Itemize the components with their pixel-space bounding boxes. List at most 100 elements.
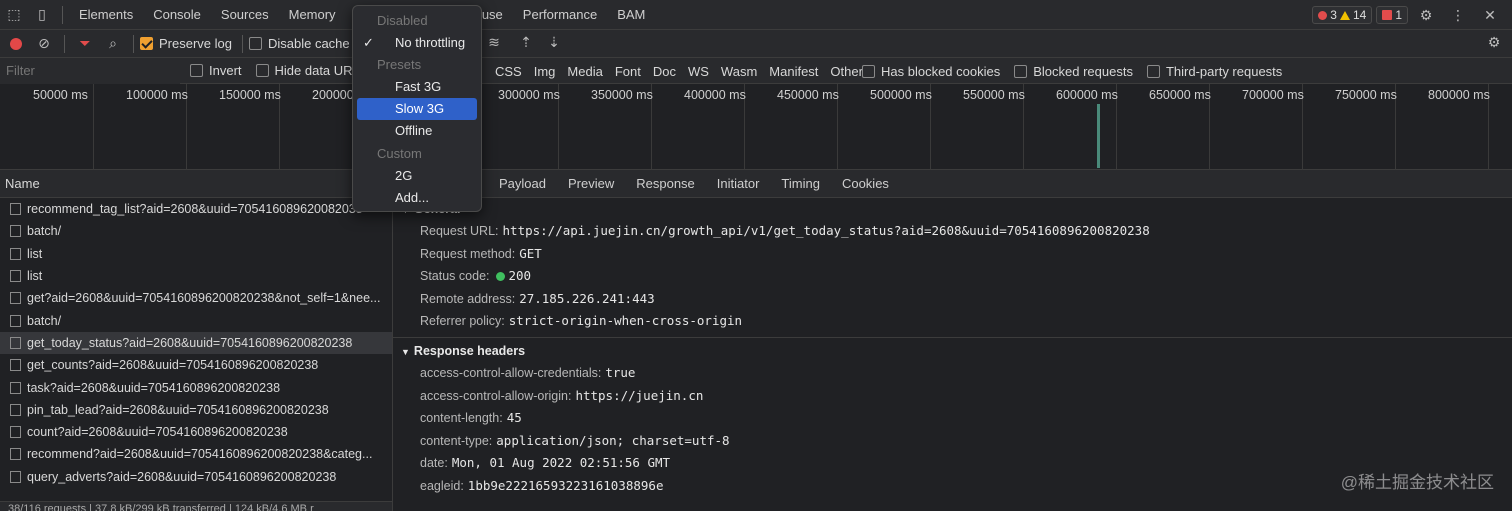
detail-tab-payload[interactable]: Payload (488, 176, 557, 191)
request-row[interactable]: list (0, 243, 392, 265)
tab-performance[interactable]: Performance (513, 0, 607, 30)
timeline-tick-label: 650000 ms (1149, 88, 1211, 102)
document-icon (10, 247, 21, 260)
request-details-pane: Payload Preview Response Initiator Timing Coo… (393, 170, 1512, 511)
inspect-element-icon[interactable]: ⬚ (0, 0, 28, 30)
general-row: Status code: 200 (393, 265, 1512, 288)
filter-input[interactable] (0, 57, 180, 84)
request-row[interactable]: task?aid=2608&uuid=7054160896200820238 (0, 376, 392, 398)
divider (133, 34, 134, 53)
timeline-tick-label: 350000 ms (591, 88, 653, 102)
third-party-checkbox[interactable] (1146, 64, 1160, 78)
general-row: Referrer policy: strict-origin-when-cross… (393, 310, 1512, 333)
request-row[interactable]: get_counts?aid=2608&uuid=705416089620082… (0, 354, 392, 376)
document-icon (10, 359, 21, 372)
response-headers-row: content-type: application/json; charset=u… (393, 430, 1512, 453)
general-row: Remote address: 27.185.226.241:443 (393, 288, 1512, 311)
hide-data-urls-checkbox[interactable] (255, 64, 269, 77)
header-key: Status code: (420, 269, 490, 284)
header-value: 45 (506, 410, 522, 426)
status-ok-icon (495, 272, 505, 282)
request-row[interactable]: recommend_tag_list?aid=2608&uuid=7054160… (0, 198, 392, 220)
request-row[interactable]: batch/ (0, 309, 392, 331)
network-settings-icon[interactable]: ⚙ (1480, 34, 1508, 51)
filter-type-ws[interactable]: WS (682, 64, 715, 79)
detail-tab-timing[interactable]: Timing (770, 176, 831, 191)
device-toolbar-icon[interactable]: ▯ (28, 0, 56, 30)
throttle-option-add[interactable]: Add... (357, 187, 477, 209)
response-headers-section-header[interactable]: ▼ Response headers (393, 340, 1512, 362)
request-list: Name recommend_tag_list?aid=2608&uuid=70… (0, 170, 393, 511)
request-row[interactable]: query_adverts?aid=2608&uuid=705416089620… (0, 466, 392, 488)
tab-sources[interactable]: Sources (211, 0, 279, 30)
throttle-option-2g[interactable]: 2G (357, 165, 477, 187)
disable-cache-checkbox[interactable] (248, 37, 262, 50)
header-value: 27.185.226.241:443 (519, 290, 655, 306)
request-row[interactable]: batch/ (0, 220, 392, 242)
preserve-log-label: Preserve log (159, 36, 232, 51)
filter-type-wasm[interactable]: Wasm (715, 64, 763, 79)
request-row[interactable]: recommend?aid=2608&uuid=7054160896200820… (0, 443, 392, 465)
timeline-tick-label: 150000 ms (219, 88, 281, 102)
import-har-icon[interactable]: ⇡ (512, 34, 540, 51)
checkmark-icon: ✓ (363, 35, 374, 51)
record-button[interactable] (10, 37, 22, 50)
network-conditions-icon[interactable]: ≋ (480, 34, 508, 51)
menu-section-header: Presets (357, 54, 477, 76)
settings-gear-icon[interactable]: ⚙ (1412, 0, 1440, 30)
menu-item-label: Fast 3G (395, 79, 442, 95)
request-row[interactable]: list (0, 265, 392, 287)
request-name: get?aid=2608&uuid=7054160896200820238&no… (27, 291, 381, 306)
network-overview-timeline[interactable]: 50000 ms100000 ms150000 ms200000 ms25000… (0, 84, 1512, 170)
tab-bam[interactable]: BAM (607, 0, 655, 30)
blocked-requests-checkbox[interactable] (1014, 64, 1028, 78)
issues-badge[interactable]: 1 (1376, 6, 1408, 24)
close-icon[interactable]: ✕ (1476, 0, 1504, 30)
search-icon[interactable]: ⌕ (99, 35, 127, 52)
header-value: Mon, 01 Aug 2022 02:51:56 GMT (451, 455, 671, 471)
collapse-arrow-icon: ▼ (401, 346, 410, 357)
detail-tab-response[interactable]: Response (625, 176, 706, 191)
details-tab-bar: Payload Preview Response Initiator Timing Coo… (393, 170, 1512, 198)
filter-type-manifest[interactable]: Manifest (763, 64, 824, 79)
throttle-option-offline[interactable]: Offline (357, 120, 477, 142)
general-section-header[interactable]: ▼General (393, 198, 1512, 220)
filter-type-font[interactable]: Font (609, 64, 647, 79)
header-key: access-control-allow-origin: (420, 388, 572, 403)
filter-type-media[interactable]: Media (561, 64, 608, 79)
filter-icon[interactable]: ⏷ (71, 35, 99, 52)
throttle-option-slow-3g[interactable]: Slow 3G (357, 98, 477, 121)
header-key: Remote address: (420, 291, 516, 306)
tab-memory[interactable]: Memory (279, 0, 346, 30)
filter-type-css[interactable]: CSS (489, 64, 528, 79)
clear-icon[interactable]: ⊘ (30, 35, 58, 52)
detail-tab-cookies[interactable]: Cookies (831, 176, 900, 191)
detail-tab-initiator[interactable]: Initiator (706, 176, 771, 191)
timeline-tick-label: 400000 ms (684, 88, 746, 102)
request-name: count?aid=2608&uuid=7054160896200820238 (27, 425, 288, 440)
watermark-text: @稀土掘金技术社区 (1340, 473, 1494, 492)
console-counts-badge[interactable]: 3 14 (1312, 6, 1373, 24)
preserve-log-checkbox[interactable] (140, 37, 153, 50)
more-options-icon[interactable]: ⋮ (1444, 0, 1472, 30)
header-key: eagleid: (420, 478, 464, 493)
name-column-header[interactable]: Name (0, 170, 392, 198)
response-headers-row: access-control-allow-credentials: true (393, 362, 1512, 385)
request-row[interactable]: pin_tab_lead?aid=2608&uuid=7054160896200… (0, 399, 392, 421)
invert-checkbox[interactable] (190, 64, 203, 77)
filter-type-doc[interactable]: Doc (647, 64, 682, 79)
request-row[interactable]: get_today_status?aid=2608&uuid=705416089… (0, 331, 392, 355)
tab-elements[interactable]: Elements (69, 0, 143, 30)
blocked-cookies-checkbox[interactable] (862, 64, 875, 78)
divider (241, 34, 243, 53)
filter-type-img[interactable]: Img (528, 64, 562, 79)
menu-item-label: 2G (395, 167, 413, 183)
request-row[interactable]: get?aid=2608&uuid=7054160896200820238&no… (0, 287, 392, 309)
request-row[interactable]: count?aid=2608&uuid=7054160896200820238 (0, 421, 392, 443)
throttle-option-fast-3g[interactable]: Fast 3G (357, 76, 477, 98)
detail-tab-preview[interactable]: Preview (557, 176, 625, 191)
export-har-icon[interactable]: ⇣ (540, 34, 568, 51)
timeline-tick-label: 800000 ms (1428, 88, 1490, 102)
tab-console[interactable]: Console (143, 0, 211, 30)
throttle-option-no-throttling[interactable]: ✓ No throttling (357, 32, 477, 54)
